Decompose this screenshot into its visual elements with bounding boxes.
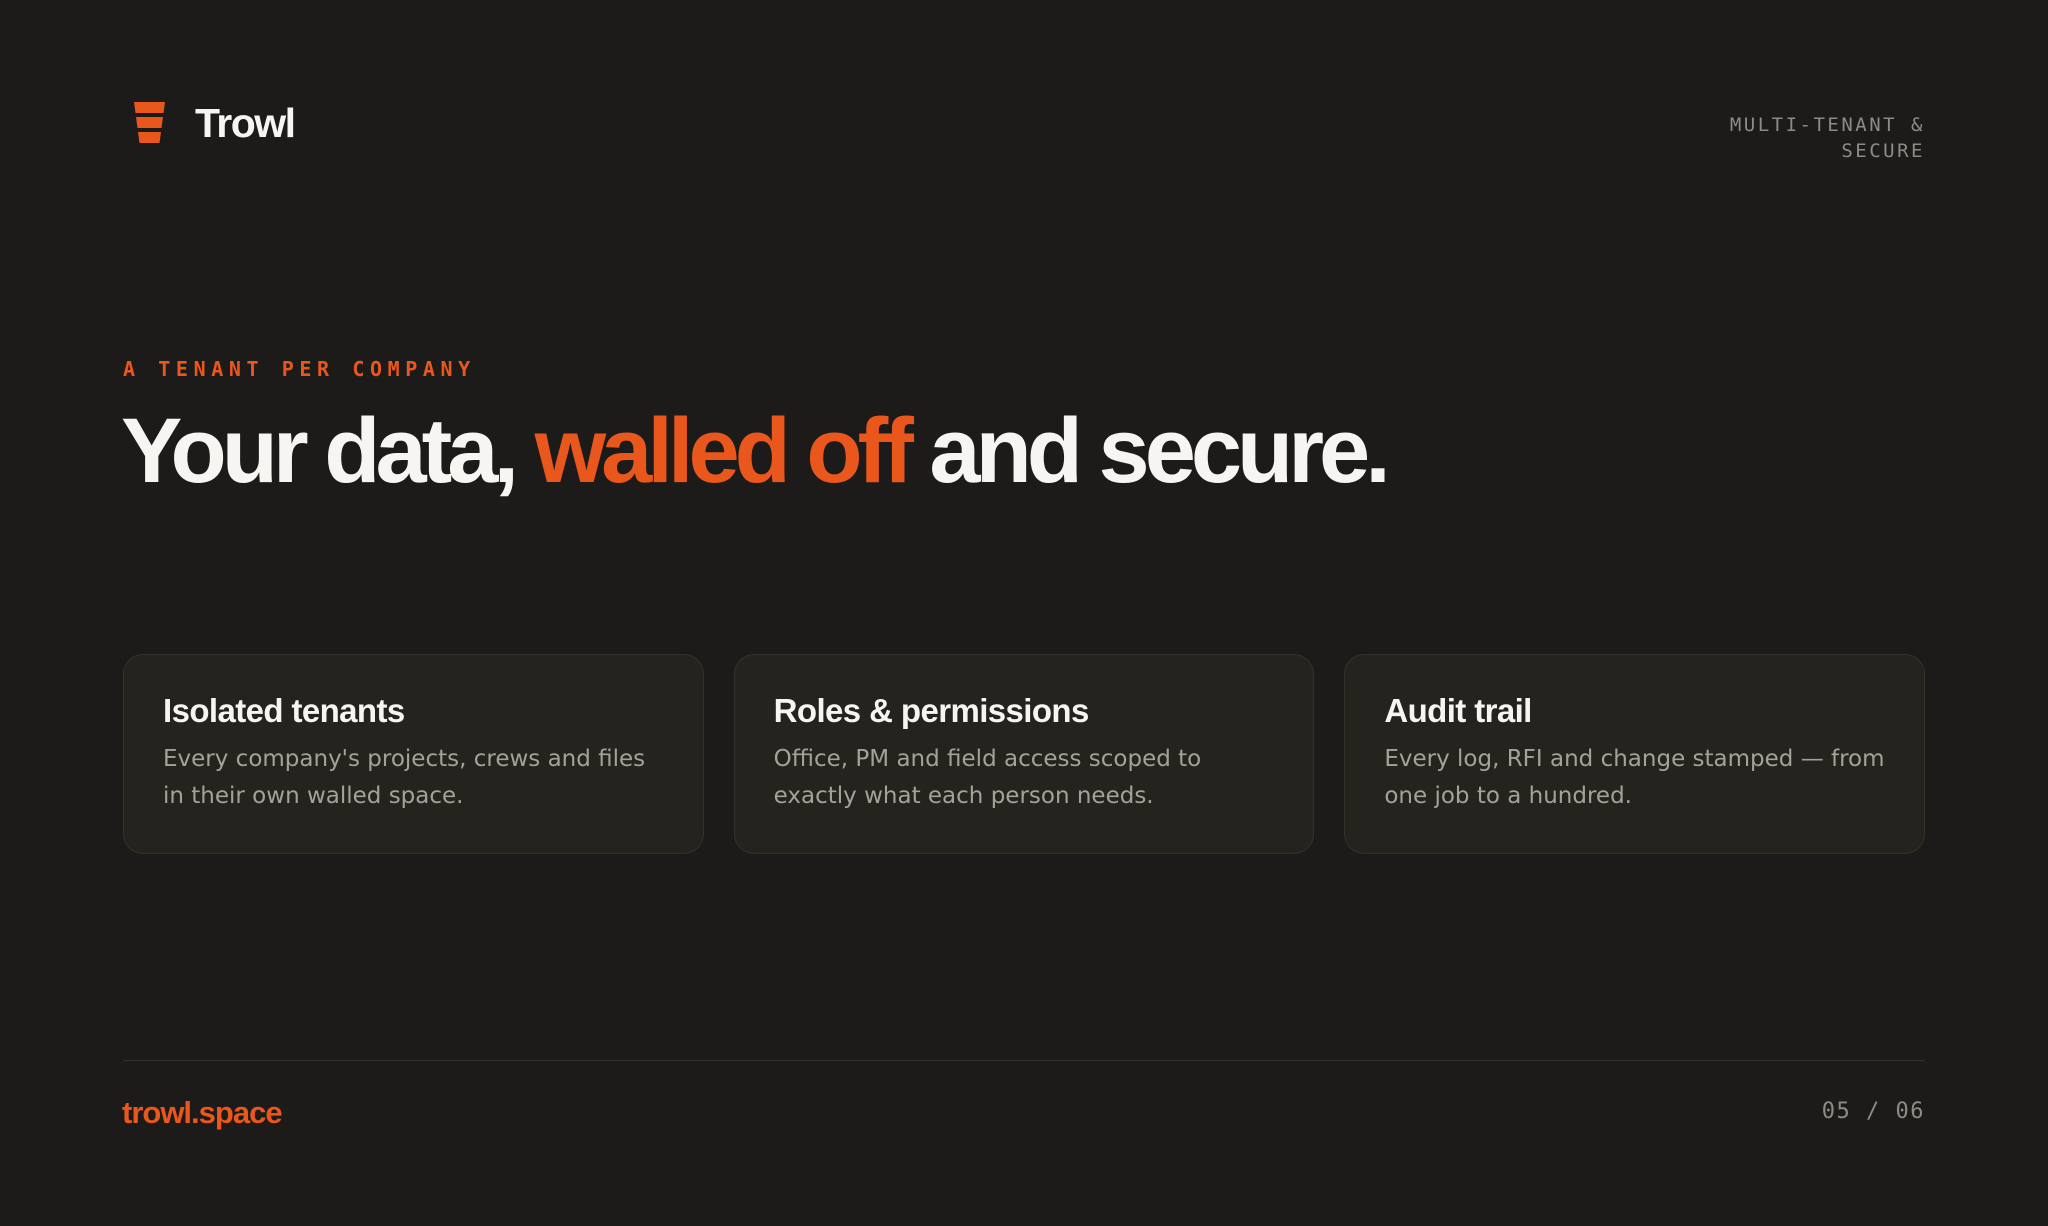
footer-url: trowl.space [122, 1095, 283, 1130]
feature-card-isolated-tenants: Isolated tenants Every company's project… [123, 654, 704, 854]
feature-card-body: Office, PM and field access scoped to ex… [773, 746, 1202, 809]
feature-card-roles-permissions: Roles & permissions Office, PM and field… [733, 654, 1315, 854]
feature-card-title: Isolated tenants [163, 692, 405, 729]
section-tag-line: SECURE [1841, 140, 1925, 162]
feature-card-body: Every company's projects, crews and file… [163, 746, 646, 809]
page-indicator: 05 / 06 [1821, 1099, 1925, 1124]
eyebrow: A TENANT PER COMPANY [123, 357, 476, 381]
brand: Trowl [134, 99, 296, 146]
headline: Your data, walled off and secure. [121, 405, 1421, 497]
section-tag-line: MULTI-TENANT & [1729, 114, 1925, 136]
section-tag: MULTI-TENANT & SECURE [1665, 112, 1925, 164]
headline-part: Your data, [121, 400, 535, 502]
feature-card-title: Roles & permissions [773, 692, 1090, 729]
feature-card-title: Audit trail [1384, 692, 1532, 729]
trowel-stack-icon [134, 102, 165, 144]
headline-part: and secure. [908, 400, 1390, 502]
footer-divider [123, 1060, 1925, 1061]
feature-card-audit-trail: Audit trail Every log, RFI and change st… [1344, 654, 1926, 854]
feature-cards: Isolated tenants Every company's project… [123, 654, 1926, 854]
brand-name: Trowl [195, 99, 296, 146]
feature-card-body: Every log, RFI and change stamped — from… [1384, 746, 1885, 809]
headline-accent: walled off [534, 400, 914, 502]
